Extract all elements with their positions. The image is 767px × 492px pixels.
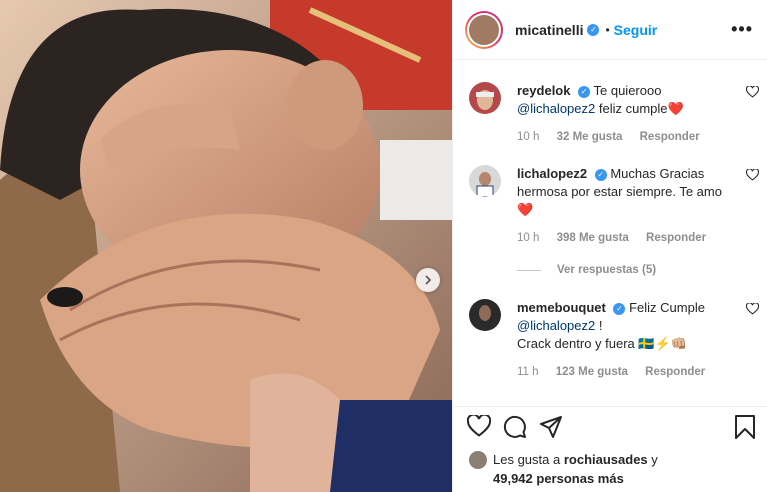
comment-text-line3: Crack dentro y fuera [517, 336, 635, 351]
reply-button[interactable]: Responder [645, 366, 705, 378]
verified-badge-icon: ✓ [587, 23, 600, 36]
more-options-icon[interactable]: ••• [731, 19, 753, 40]
post-image [0, 0, 452, 492]
likes-prefix: Les gusta a [493, 452, 561, 467]
bookmark-icon[interactable] [734, 415, 756, 439]
likes-count[interactable]: 49,942 personas más [493, 471, 624, 486]
separator-dot: • [605, 22, 610, 37]
comment-likes[interactable]: 123 Me gusta [556, 366, 628, 378]
likes-middle: y [651, 452, 658, 467]
like-heart-icon[interactable] [467, 415, 491, 437]
heart-icon[interactable] [746, 86, 759, 98]
comment-item: lichalopez2 ✓ Muchas Gracias hermosa por… [469, 165, 759, 247]
post-side-panel: micatinelli ✓ • Seguir ••• reydelok ✓ Te… [452, 0, 767, 492]
author-username[interactable]: micatinelli [515, 22, 583, 38]
comment-item: memebouquet ✓ Feliz Cumple @lichalopez2 … [469, 299, 759, 381]
reply-button[interactable]: Responder [640, 131, 700, 143]
comments-list[interactable]: reydelok ✓ Te quierooo @lichalopez2 feli… [453, 60, 767, 406]
likes-summary[interactable]: Les gusta a rochiausades y 49,942 person… [469, 450, 749, 488]
comment-icon[interactable] [503, 415, 527, 439]
mention-link[interactable]: @lichalopez2 [517, 101, 595, 116]
commenter-avatar[interactable] [469, 299, 501, 331]
heart-icon[interactable] [746, 303, 759, 315]
comment-text-after: feliz cumple [595, 101, 668, 116]
verified-badge-icon: ✓ [613, 302, 626, 315]
mention-link[interactable]: @lichalopez2 [517, 318, 595, 333]
commenter-avatar[interactable] [469, 82, 501, 114]
view-replies-button[interactable]: Ver respuestas (5) [517, 264, 656, 276]
comment-time[interactable]: 10 h [517, 232, 539, 244]
share-icon[interactable] [539, 415, 563, 439]
comment-emoji: 🇸🇪⚡👊🏼 [638, 336, 687, 351]
heart-icon[interactable] [746, 169, 759, 181]
liker-username[interactable]: rochiausades [564, 452, 648, 467]
comment-username[interactable]: lichalopez2 [517, 166, 587, 181]
heart-emoji: ❤️ [517, 202, 534, 217]
verified-badge-icon: ✓ [578, 85, 591, 98]
post-photo[interactable] [0, 0, 452, 492]
liker-avatar[interactable] [469, 451, 487, 469]
author-avatar[interactable] [465, 10, 503, 49]
next-photo-button[interactable] [416, 268, 440, 292]
comment-likes[interactable]: 398 Me gusta [557, 232, 629, 244]
comment-text: Te quierooo [593, 83, 662, 98]
post-header: micatinelli ✓ • Seguir ••• [453, 0, 767, 60]
follow-button[interactable]: Seguir [614, 22, 658, 38]
reply-button[interactable]: Responder [646, 232, 706, 244]
heart-emoji: ❤️ [667, 101, 684, 116]
verified-badge-icon: ✓ [594, 168, 607, 181]
commenter-avatar[interactable] [469, 165, 501, 197]
comment-username[interactable]: memebouquet [517, 300, 606, 315]
comment-time[interactable]: 11 h [517, 366, 539, 378]
comment-text: Feliz Cumple [629, 300, 705, 315]
comment-item: reydelok ✓ Te quierooo @lichalopez2 feli… [469, 82, 759, 146]
comment-username[interactable]: reydelok [517, 83, 570, 98]
post-actions: Les gusta a rochiausades y 49,942 person… [453, 406, 767, 492]
view-replies-label: Ver respuestas (5) [557, 264, 657, 276]
chevron-right-icon [425, 275, 432, 285]
comment-likes[interactable]: 32 Me gusta [557, 131, 623, 143]
comment-text-after: ! [595, 318, 603, 333]
comment-time[interactable]: 10 h [517, 131, 539, 143]
divider-line [517, 269, 541, 271]
